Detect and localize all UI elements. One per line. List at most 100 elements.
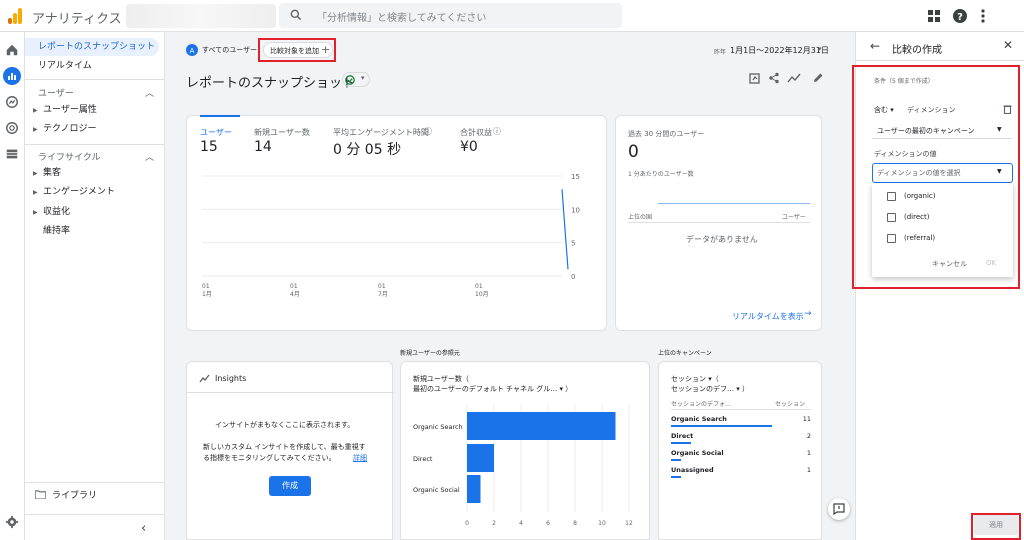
- metric-label-engagement[interactable]: 平均エンゲージメント時間: [333, 127, 429, 138]
- svg-text:A: A: [190, 47, 195, 55]
- top-bar: アナリティクス 「分析情報」と検索してみてください ?: [0, 0, 1024, 32]
- metric-label-users[interactable]: ユーザー: [200, 127, 232, 138]
- campaign-name: Direct: [671, 432, 694, 440]
- table-row[interactable]: Unassigned 1: [671, 466, 811, 482]
- date-dropdown-icon[interactable]: ▾: [818, 45, 822, 53]
- insights-line3: る指標をモニタリングしてみてください。: [203, 454, 336, 462]
- sidebar-item-label: エンゲージメント: [43, 187, 115, 197]
- chevron-up-icon[interactable]: ︿: [145, 150, 154, 163]
- insights-line2: 新しいカスタム インサイトを作成して、最も重視す: [203, 443, 366, 451]
- sidebar-divider: [25, 482, 165, 483]
- category-label: Direct: [413, 455, 433, 463]
- campaign-title-1[interactable]: セッション ▾（: [671, 374, 719, 384]
- edit-pencil-icon[interactable]: [812, 72, 824, 84]
- campaign-col1: セッションのデフォ…: [671, 401, 732, 408]
- x-tick-label: 8: [573, 520, 577, 527]
- insights-line1: インサイトがまもなくここに表示されます。: [215, 421, 355, 429]
- realtime-card: 過去 30 分間のユーザー 0 1 分あたりのユーザー数 上位の国 ユーザー デ…: [615, 115, 822, 331]
- y-tick-label: 15: [571, 173, 580, 181]
- x-tick-label: 4: [519, 520, 523, 527]
- more-vert-icon[interactable]: [975, 8, 991, 24]
- help-circle-icon[interactable]: ⓘ: [424, 126, 432, 137]
- search-input[interactable]: 「分析情報」と検索してみてください: [279, 3, 622, 28]
- customize-report-icon[interactable]: [749, 72, 761, 84]
- x-tick-label: 4月: [290, 291, 300, 298]
- home-icon[interactable]: [5, 43, 19, 57]
- analytics-logo-icon[interactable]: [8, 8, 22, 24]
- x-tick-label: 1月: [202, 291, 212, 298]
- panel-divider: [856, 60, 1024, 61]
- arrow-right-icon[interactable]: →: [804, 309, 812, 319]
- sidebar-item-technology[interactable]: ▶ テクノロジー: [25, 120, 159, 138]
- campaign-section-title: 上位のキャンペーン: [658, 350, 712, 357]
- details-link[interactable]: 詳細: [353, 453, 367, 463]
- close-icon[interactable]: ✕: [1003, 38, 1013, 52]
- y-tick-label: 0: [571, 273, 575, 281]
- sidebar-item-label: 集客: [43, 168, 62, 178]
- sidebar-item-retention[interactable]: 維持率: [25, 222, 159, 240]
- campaign-value: 1: [806, 449, 811, 457]
- advertising-icon[interactable]: [5, 121, 19, 135]
- campaign-bar: [671, 442, 691, 444]
- explore-icon[interactable]: [5, 95, 19, 109]
- campaign-bar: [671, 459, 681, 461]
- sidebar-divider: [25, 79, 165, 80]
- caret-right-icon: ▶: [33, 107, 38, 114]
- sidebar-item-monetization[interactable]: ▶ 収益化: [25, 203, 159, 221]
- realtime-title: 過去 30 分間のユーザー: [628, 130, 705, 138]
- date-range-selector[interactable]: 1月1日～2022年12月31日: [730, 45, 829, 56]
- chevron-up-icon[interactable]: ︿: [145, 86, 154, 99]
- card-divider: [187, 392, 394, 393]
- caret-right-icon: ▶: [33, 189, 38, 196]
- search-icon: [290, 9, 302, 21]
- users-line-chart: 051015011月014月017月0110月: [202, 173, 580, 298]
- sidebar-divider: [25, 514, 165, 515]
- help-circle-icon[interactable]: ⓘ: [493, 126, 501, 137]
- top-country-label: 上位の国: [628, 214, 653, 221]
- campaign-title-2[interactable]: セッションのデフ… ▾ ）: [671, 384, 749, 394]
- configure-icon[interactable]: [5, 147, 19, 161]
- table-row[interactable]: Organic Search 11: [671, 415, 811, 431]
- svg-text:?: ?: [957, 12, 963, 23]
- campaign-name: Organic Search: [671, 415, 727, 423]
- sidebar-section-lifecycle[interactable]: ライフサイクル: [38, 150, 101, 163]
- x-tick-label: 7月: [378, 291, 388, 298]
- search-placeholder: 「分析情報」と検索してみてください: [317, 13, 487, 24]
- metric-label-revenue[interactable]: 合計収益: [460, 127, 492, 138]
- metric-value-revenue: ¥0: [460, 139, 478, 155]
- sidebar-item-realtime[interactable]: リアルタイム: [25, 57, 159, 75]
- x-tick-label: 01: [202, 283, 210, 290]
- apps-grid-icon[interactable]: [926, 8, 942, 24]
- view-realtime-link[interactable]: リアルタイムを表示: [732, 311, 804, 322]
- sidebar-item-acquisition[interactable]: ▶ 集客: [25, 164, 159, 182]
- sidebar-item-snapshot[interactable]: レポートのスナップショット: [25, 38, 159, 56]
- insights-trend-icon[interactable]: [787, 72, 801, 84]
- bar-direct: [467, 444, 494, 472]
- share-icon[interactable]: [768, 72, 780, 84]
- create-insight-button[interactable]: 作成: [269, 476, 311, 496]
- nav-rail: [0, 32, 25, 540]
- sidebar-item-library[interactable]: ライブラリ: [25, 487, 159, 505]
- bar-organic-social: [467, 475, 481, 503]
- table-row[interactable]: Direct 2: [671, 432, 811, 448]
- metric-value-new-users: 14: [254, 139, 272, 155]
- back-arrow-icon[interactable]: ←: [870, 39, 880, 53]
- table-row[interactable]: Organic Social 1: [671, 449, 811, 465]
- app-title: アナリティクス: [32, 12, 122, 27]
- all-users-chip[interactable]: A すべてのユーザー: [186, 43, 257, 57]
- metric-value-users: 15: [200, 139, 218, 155]
- help-icon[interactable]: ?: [952, 8, 968, 24]
- settings-gear-icon[interactable]: [5, 515, 19, 529]
- sidebar-section-user[interactable]: ユーザー: [38, 86, 74, 99]
- collapse-chevron-icon[interactable]: ‹: [141, 521, 146, 536]
- metric-label-new-users[interactable]: 新規ユーザー数: [254, 127, 310, 138]
- reports-icon[interactable]: [3, 67, 21, 85]
- x-tick-label: 12: [625, 520, 633, 527]
- users-series-line: [561, 189, 569, 270]
- sidebar-item-demographics[interactable]: ▶ ユーザー属性: [25, 101, 159, 119]
- feedback-button[interactable]: [828, 498, 850, 520]
- new-users-title-2[interactable]: 最初のユーザーのデフォルト チャネル グル… ▾ ）: [413, 384, 572, 394]
- account-selector[interactable]: [126, 4, 276, 28]
- status-check-chip[interactable]: ▾: [342, 72, 370, 87]
- sidebar-item-engagement[interactable]: ▶ エンゲージメント: [25, 183, 159, 201]
